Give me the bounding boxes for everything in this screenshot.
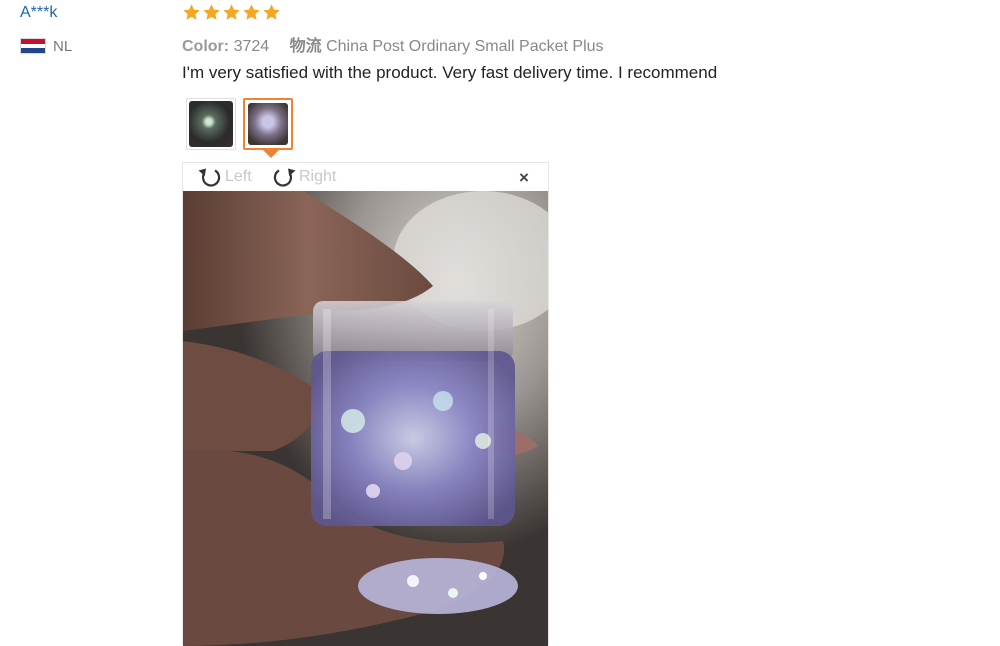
shipping-value: China Post Ordinary Small Packet Plus [326, 38, 604, 55]
rotate-left-button[interactable]: Left [195, 164, 252, 190]
star-icon [182, 3, 201, 22]
selected-caret-icon [263, 150, 279, 158]
star-icon [242, 3, 261, 22]
star-icon [222, 3, 241, 22]
reviewer-name: A***k [20, 4, 58, 21]
netherlands-flag-icon [20, 38, 46, 54]
rotate-left-label: Left [225, 168, 252, 185]
rotate-right-icon [269, 164, 299, 190]
review-text: I'm very satisfied with the product. Ver… [182, 63, 718, 82]
close-icon[interactable]: × [519, 168, 529, 188]
star-rating [182, 3, 281, 22]
color-label: Color: [182, 38, 230, 55]
thumbnail-image [248, 103, 288, 145]
rotate-left-icon [195, 164, 225, 190]
image-viewer: Left Right × [182, 162, 549, 646]
viewer-toolbar: Left Right × [183, 163, 548, 191]
shipping-label: 物流 [289, 38, 322, 55]
color-value: 3724 [233, 38, 270, 55]
review-photo-thumbnail[interactable] [186, 98, 236, 150]
star-icon [202, 3, 221, 22]
rotate-right-button[interactable]: Right [269, 164, 336, 190]
rotate-right-label: Right [299, 168, 337, 185]
review-meta: Color: 3724 物流 China Post Ordinary Small… [182, 32, 604, 56]
thumbnail-image [189, 101, 233, 147]
star-icon [262, 3, 281, 22]
review-photo [183, 191, 548, 646]
reviewer-country: NL [53, 38, 73, 55]
review-photo-thumbnail-selected[interactable] [243, 98, 293, 150]
